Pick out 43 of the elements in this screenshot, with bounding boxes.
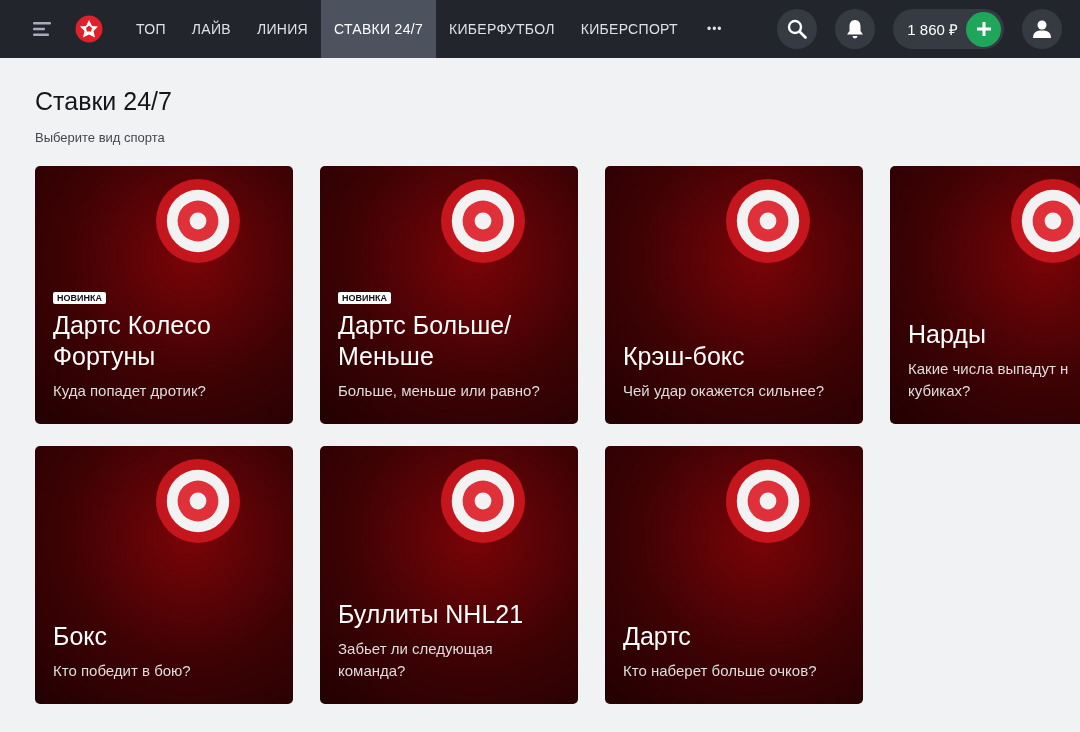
card-description: Кто победит в бою? (53, 661, 192, 681)
card-title: Бокс (53, 621, 109, 652)
nav-tab[interactable]: ЛИНИЯ (243, 0, 321, 58)
game-card[interactable]: Бокс Кто победит в бою? (35, 446, 293, 704)
card-title: Дартс (623, 621, 692, 652)
nav-tab[interactable]: ЛАЙВ (178, 0, 244, 58)
search-icon (787, 19, 808, 39)
nav-tab[interactable]: ТОП (123, 0, 179, 58)
menu-icon[interactable] (33, 22, 53, 36)
more-menu[interactable]: ••• (690, 0, 736, 58)
deposit-button[interactable] (966, 11, 1001, 47)
card-title: Дартс Колесо Фортуны (53, 310, 212, 372)
game-card[interactable]: Нарды Какие числа выпадут н кубиках? (890, 166, 1080, 424)
game-card[interactable]: НОВИНКА Дартс Больше/ Меньше Больше, меньше или равно? (320, 166, 578, 424)
game-card[interactable]: Буллиты NHL21 Забьет ли следующая команда? (320, 446, 578, 704)
card-description: Куда попадет дротик? (53, 381, 207, 401)
card-description: Чей удар окажется сильнее? (623, 381, 826, 401)
user-icon (1032, 19, 1052, 39)
balance-amount: 1 860 ₽ (907, 20, 958, 39)
card-description: Кто наберет больше очков? (623, 661, 818, 681)
card-title: Дартс Больше/ Меньше (338, 310, 513, 372)
game-card[interactable]: Крэш-бокс Чей удар окажется сильнее? (605, 166, 863, 424)
bell-icon (846, 19, 865, 39)
nav-tab[interactable]: КИБЕРСПОРТ (567, 0, 691, 58)
card-title: Нарды (908, 319, 987, 350)
logo-icon[interactable] (75, 15, 103, 43)
nav-tab[interactable]: СТАВКИ 24/7 (320, 0, 437, 58)
game-card[interactable]: НОВИНКА Дартс Колесо Фортуны Куда попадет дротик? (35, 166, 293, 424)
notifications-button[interactable] (835, 9, 876, 49)
page-title: Ставки 24/7 (35, 86, 173, 116)
search-button[interactable] (777, 9, 818, 49)
game-card[interactable]: Дартс Кто наберет больше очков? (605, 446, 863, 704)
nav-tab[interactable]: КИБЕРФУТБОЛ (436, 0, 568, 58)
card-description: Забьет ли следующая команда? (338, 639, 494, 681)
card-title: Крэш-бокс (623, 341, 746, 372)
card-title: Буллиты NHL21 (338, 599, 525, 630)
card-description: Какие числа выпадут н кубиках? (908, 359, 1070, 401)
plus-icon (976, 22, 991, 36)
card-description: Больше, меньше или равно? (338, 381, 541, 401)
new-badge: НОВИНКА (338, 292, 391, 304)
page-subtitle: Выберите вид спорта (35, 130, 166, 145)
new-badge: НОВИНКА (53, 292, 106, 304)
profile-button[interactable] (1022, 9, 1062, 49)
